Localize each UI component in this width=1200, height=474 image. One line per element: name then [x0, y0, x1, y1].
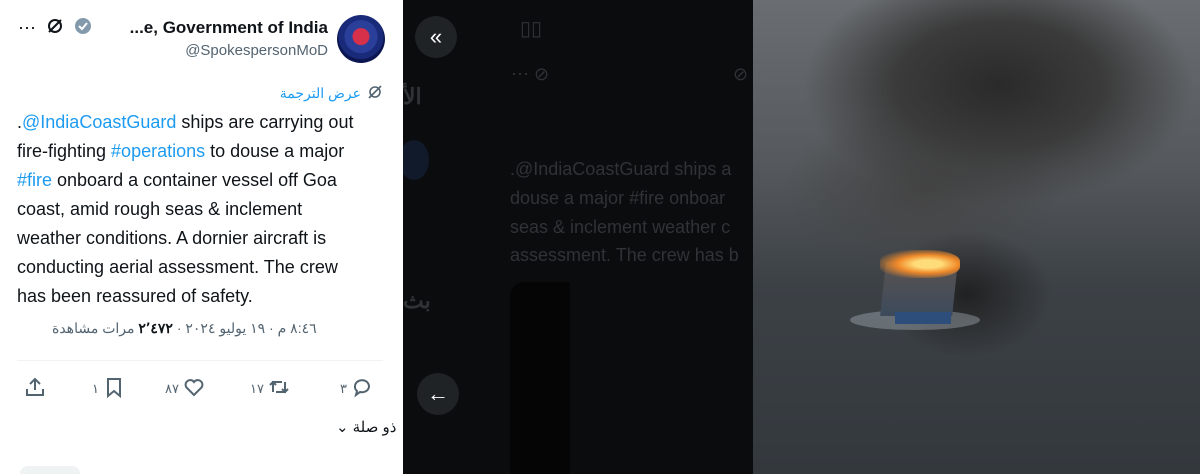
- hashtag-link[interactable]: #fire: [17, 170, 52, 190]
- tweet-panel: ⋯ ...e, Government of India @Spokesperso…: [0, 0, 403, 474]
- tweet-text-line: has been reassured of safety.: [17, 286, 253, 306]
- views-count: ٢٬٤٧٢: [138, 320, 173, 336]
- reply-button[interactable]: ٣: [340, 376, 373, 401]
- ghost-text-line: douse a major #fire onboar: [510, 188, 726, 208]
- verified-badge-icon: [74, 17, 92, 40]
- ghost-text-line: .@IndiaCoastGuard ships a: [510, 159, 732, 179]
- tweet-time[interactable]: ٨:٤٦ م: [278, 320, 317, 336]
- ghost-heading: الأ: [403, 84, 422, 109]
- ghost-icons: ⊘: [733, 64, 749, 84]
- ghost-text-line: seas & inclement weather c: [510, 217, 731, 237]
- more-icon[interactable]: ⋯: [18, 18, 36, 39]
- media-photo[interactable]: [753, 0, 1200, 474]
- heart-icon: [183, 376, 205, 401]
- tweet-text-line: onboard a container vessel off Goa: [52, 170, 337, 190]
- translate-link[interactable]: عرض الترجمة: [280, 84, 383, 103]
- ghost-avatar: [403, 140, 429, 180]
- repost-icon: [268, 376, 290, 401]
- tweet-text: .@IndiaCoastGuard ships are carrying out…: [17, 108, 387, 311]
- separator: ·: [269, 320, 274, 336]
- translate-label: عرض الترجمة: [279, 85, 361, 101]
- previous-media-button[interactable]: ←: [417, 373, 459, 415]
- tweet-text-line: coast, amid rough seas & inclement: [17, 199, 303, 219]
- repost-button[interactable]: ١٧: [250, 376, 290, 401]
- divider: [17, 360, 383, 361]
- bookmark-button[interactable]: ١: [92, 376, 125, 401]
- avatar[interactable]: [337, 15, 385, 63]
- tweet-text-line: fire-fighting: [17, 141, 112, 161]
- related-toggle[interactable]: ذو صلة ⌄: [336, 418, 396, 436]
- reader-icon: ▯▯: [520, 18, 543, 40]
- collapse-panel-button[interactable]: «: [415, 16, 457, 58]
- double-chevron-left-icon: «: [429, 24, 443, 49]
- separator: ·: [176, 320, 182, 336]
- bookmark-icon: [103, 376, 125, 401]
- ghost-media-card: [510, 282, 570, 474]
- account-name[interactable]: ...e, Government of India: [130, 18, 328, 38]
- tweet-text-line: weather conditions. A dornier aircraft i…: [17, 228, 327, 248]
- tweet-text-line: conducting aerial assessment. The crew: [17, 257, 338, 277]
- translate-icon: [367, 84, 383, 103]
- ghost-text-line: assessment. The crew has b: [510, 245, 739, 265]
- hashtag-link[interactable]: #operations: [111, 141, 205, 161]
- like-count: ٨٧: [165, 380, 179, 396]
- mention-link[interactable]: @IndiaCoastGuard: [22, 112, 176, 132]
- tweet-text-line: ships are carrying out: [176, 112, 354, 132]
- account-handle[interactable]: @SpokespersonMoD: [185, 42, 328, 59]
- ghost-heading: بث: [403, 288, 431, 313]
- reply-icon: [351, 376, 373, 401]
- ghost-icons: ⋯ ⊘: [511, 64, 550, 84]
- tweet-header-icons: ⋯: [18, 17, 92, 40]
- photo-fire: [880, 250, 960, 278]
- bookmark-count: ١: [92, 380, 99, 396]
- related-label: ذو صلة: [352, 419, 397, 436]
- share-button[interactable]: [24, 376, 46, 401]
- share-icon: [24, 376, 46, 401]
- arrow-left-icon: ←: [427, 381, 449, 406]
- grok-icon[interactable]: [46, 17, 64, 40]
- reply-count: ٣: [340, 380, 347, 396]
- tweet-meta: ٨:٤٦ م · ١٩ يوليو ٢٠٢٤ · ٢٬٤٧٢ مرات مشاه…: [52, 320, 317, 337]
- tweet-date[interactable]: ١٩ يوليو ٢٠٢٤: [185, 320, 265, 336]
- views-label: مرات مشاهدة: [52, 320, 135, 336]
- photo-hull: [895, 312, 951, 324]
- next-item-edge: [20, 466, 80, 474]
- chevron-down-icon: ⌄: [336, 419, 349, 436]
- tweet-text-line: to douse a major: [205, 141, 345, 161]
- repost-count: ١٧: [250, 380, 264, 396]
- like-button[interactable]: ٨٧: [165, 376, 205, 401]
